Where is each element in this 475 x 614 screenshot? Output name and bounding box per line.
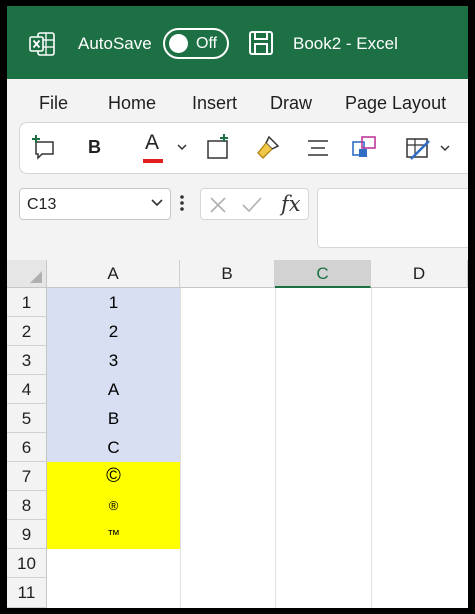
title-bar: AutoSave Off Book2 - Excel — [7, 6, 468, 79]
cell-a9[interactable]: ™ — [47, 520, 180, 549]
tab-home[interactable]: Home — [108, 93, 156, 114]
column-header-c[interactable]: C — [275, 260, 371, 288]
format-painter-icon[interactable] — [253, 133, 283, 163]
enter-check-icon[interactable] — [241, 196, 263, 214]
excel-logo-icon — [29, 32, 55, 56]
font-color-button[interactable]: A — [145, 131, 159, 161]
tab-draw[interactable]: Draw — [270, 93, 312, 114]
quick-toolbar: B A — [19, 122, 468, 174]
bold-button[interactable]: B — [88, 137, 101, 167]
row-header[interactable]: 11 — [7, 578, 47, 608]
row-header[interactable]: 5 — [7, 404, 47, 433]
row-header[interactable]: 7 — [7, 462, 47, 491]
select-all-corner[interactable] — [7, 260, 47, 288]
tab-file[interactable]: File — [39, 93, 68, 114]
tab-insert[interactable]: Insert — [192, 93, 237, 114]
row-header[interactable]: 2 — [7, 317, 47, 346]
cell-a2[interactable]: 2 — [47, 317, 180, 346]
conditional-format-icon[interactable] — [403, 133, 433, 163]
row-header[interactable]: 10 — [7, 549, 47, 578]
gridline — [180, 288, 181, 608]
object-icon[interactable] — [349, 133, 379, 163]
row-header[interactable]: 9 — [7, 520, 47, 549]
row-header[interactable]: 8 — [7, 491, 47, 520]
name-box[interactable]: C13 — [19, 188, 171, 220]
autosave-toggle[interactable]: Off — [163, 28, 229, 59]
screenshot-frame: AutoSave Off Book2 - Excel File Home Ins… — [0, 0, 475, 614]
column-header-b[interactable]: B — [180, 260, 275, 288]
new-comment-icon[interactable] — [29, 133, 59, 163]
align-icon[interactable] — [303, 133, 333, 163]
column-header-d[interactable]: D — [371, 260, 468, 288]
document-title: Book2 - Excel — [293, 34, 398, 53]
cell-a5[interactable]: B — [47, 404, 180, 433]
row-header[interactable]: 4 — [7, 375, 47, 404]
conditional-format-chevron-icon[interactable] — [440, 144, 450, 152]
cell-a3[interactable]: 3 — [47, 346, 180, 375]
autosave-label: AutoSave — [78, 34, 152, 53]
toggle-knob — [169, 34, 188, 53]
name-box-value: C13 — [27, 196, 57, 213]
save-icon[interactable] — [248, 30, 274, 56]
row-header[interactable]: 1 — [7, 288, 47, 317]
formula-input[interactable] — [317, 188, 468, 248]
ribbon-tabs: File Home Insert Draw Page Layout — [7, 79, 468, 119]
font-color-chevron-icon[interactable] — [177, 143, 187, 151]
autosave-state: Off — [196, 35, 218, 52]
cell-a6[interactable]: C — [47, 433, 180, 462]
font-color-swatch — [143, 159, 163, 163]
cell-a8[interactable]: ® — [47, 491, 180, 520]
excel-window: AutoSave Off Book2 - Excel File Home Ins… — [7, 6, 468, 608]
more-options-icon[interactable] — [178, 192, 186, 214]
cell-a1[interactable]: 1 — [47, 288, 180, 317]
insert-function-button[interactable]: fx — [281, 192, 301, 216]
cancel-icon[interactable] — [209, 196, 227, 214]
row-header[interactable]: 6 — [7, 433, 47, 462]
formula-controls: fx — [200, 188, 309, 220]
gridline — [371, 288, 372, 608]
cell-a4[interactable]: A — [47, 375, 180, 404]
cell-a7[interactable]: © — [47, 462, 180, 491]
tab-page-layout[interactable]: Page Layout — [345, 93, 446, 114]
column-header-a[interactable]: A — [47, 260, 180, 288]
gridline — [275, 288, 276, 608]
insert-sheet-icon[interactable] — [203, 133, 233, 163]
chevron-down-icon[interactable] — [150, 198, 164, 208]
worksheet-grid: A B C D 1 2 3 4 5 6 7 8 9 10 11 1 2 3 A … — [7, 260, 468, 608]
row-header[interactable]: 3 — [7, 346, 47, 375]
select-all-icon — [30, 271, 42, 283]
